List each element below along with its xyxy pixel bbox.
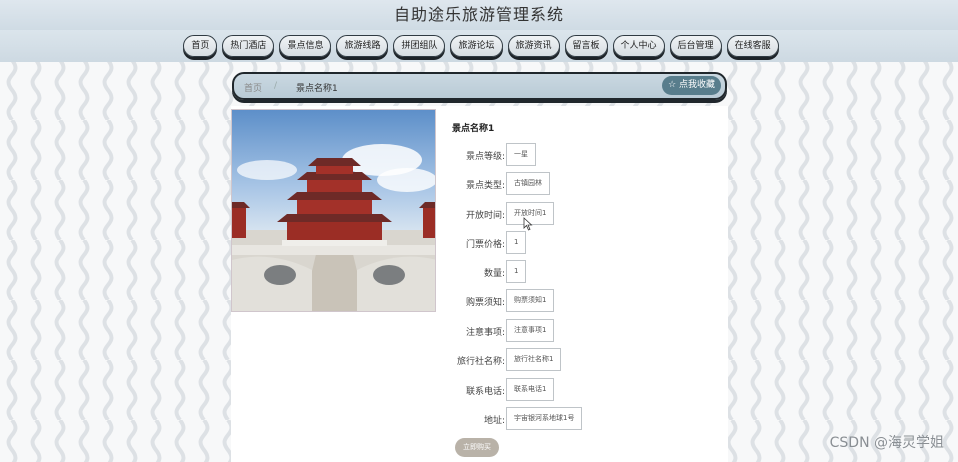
field-label: 购票须知: xyxy=(465,298,505,308)
site-header: 自助途乐旅游管理系统 xyxy=(0,0,958,30)
field-value: 宇宙银河系地球1号 xyxy=(506,407,583,430)
field-opening-hours: 开放时间: 开放时间1 xyxy=(440,202,700,228)
field-ticket-price: 门票价格: 1 xyxy=(440,231,700,257)
field-label: 景点等级: xyxy=(465,152,505,162)
favorite-button[interactable]: ☆ 点我收藏 xyxy=(662,76,721,95)
attraction-photo xyxy=(231,109,436,312)
nav-group-tours[interactable]: 拼团组队 xyxy=(393,35,446,57)
field-value: 一星 xyxy=(506,143,536,166)
breadcrumb-current: 景点名称1 xyxy=(296,84,338,94)
field-label: 地址: xyxy=(483,416,505,426)
nav-attractions[interactable]: 景点信息 xyxy=(279,35,332,57)
field-label: 门票价格: xyxy=(465,240,505,250)
nav-routes[interactable]: 旅游线路 xyxy=(336,35,389,57)
field-agency-name: 旅行社名称: 旅行社名称1 xyxy=(440,348,700,374)
nav-home[interactable]: 首页 xyxy=(183,35,218,57)
breadcrumb-separator: / xyxy=(274,81,278,91)
field-address: 地址: 宇宙银河系地球1号 xyxy=(440,407,700,433)
main-nav: 首页 热门酒店 景点信息 旅游线路 拼团组队 旅游论坛 旅游资讯 留言板 个人中… xyxy=(0,30,958,62)
field-quantity: 数量: 1 xyxy=(440,260,700,286)
field-rating: 景点等级: 一星 xyxy=(440,143,700,169)
field-label: 景点类型: xyxy=(465,181,505,191)
field-label: 数量: xyxy=(483,269,505,279)
field-value: 1 xyxy=(506,231,527,254)
site-title: 自助途乐旅游管理系统 xyxy=(393,5,564,24)
field-value: 1 xyxy=(506,260,527,283)
nav-news[interactable]: 旅游资讯 xyxy=(507,35,560,57)
field-label: 旅行社名称: xyxy=(456,357,505,367)
watermark: CSDN @海灵学姐 xyxy=(829,435,944,451)
nav-admin[interactable]: 后台管理 xyxy=(669,35,722,57)
field-value: 注意事项1 xyxy=(506,319,555,342)
breadcrumb: 首页 / 景点名称1 ☆ 点我收藏 xyxy=(232,72,727,100)
field-value: 旅行社名称1 xyxy=(506,348,562,371)
mouse-cursor-icon xyxy=(523,217,533,231)
field-label: 注意事项: xyxy=(465,328,505,338)
nav-message-board[interactable]: 留言板 xyxy=(564,35,608,57)
field-precautions: 注意事项: 注意事项1 xyxy=(440,319,700,345)
buy-now-button[interactable]: 立即购买 xyxy=(455,438,499,457)
breadcrumb-home-link[interactable]: 首页 xyxy=(244,81,262,94)
nav-forum[interactable]: 旅游论坛 xyxy=(450,35,503,57)
field-label: 开放时间: xyxy=(465,211,505,221)
field-phone: 联系电话: 联系电话1 xyxy=(440,378,700,404)
field-label: 联系电话: xyxy=(465,387,505,397)
field-value: 古镇园林 xyxy=(506,172,550,195)
field-type: 景点类型: 古镇园林 xyxy=(440,172,700,198)
field-value: 购票须知1 xyxy=(506,289,555,312)
field-ticket-notes: 购票须知: 购票须知1 xyxy=(440,289,700,315)
nav-customer-service[interactable]: 在线客服 xyxy=(726,35,779,57)
field-value: 联系电话1 xyxy=(506,378,555,401)
nav-personal-center[interactable]: 个人中心 xyxy=(612,35,665,57)
attraction-title: 景点名称1 xyxy=(452,124,495,134)
nav-hotels[interactable]: 热门酒店 xyxy=(222,35,275,57)
